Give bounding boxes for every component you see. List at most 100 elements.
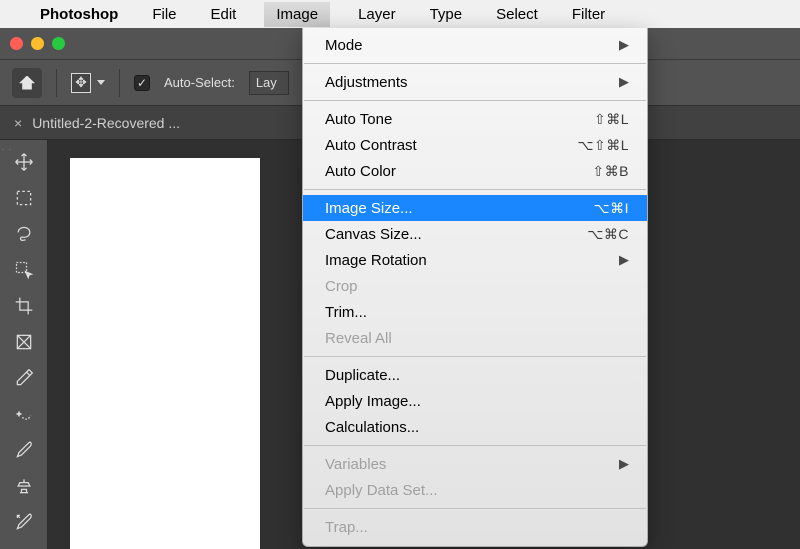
crop-tool[interactable]: [8, 290, 40, 322]
menu-item-shortcut: ⇧⌘B: [592, 163, 629, 180]
menu-item-reveal-all: Reveal All: [303, 325, 647, 351]
tool-preset-caret-icon[interactable]: [97, 80, 105, 85]
menu-item-shortcut: ⌥⌘C: [587, 226, 629, 243]
menu-item-label: Image Rotation: [325, 252, 427, 269]
home-icon: [19, 76, 35, 90]
menu-item-label: Mode: [325, 37, 363, 54]
menu-separator: [304, 100, 646, 101]
menu-item-label: Canvas Size...: [325, 226, 422, 243]
menu-item-auto-contrast[interactable]: Auto Contrast ⌥⇧⌘L: [303, 132, 647, 158]
menu-type[interactable]: Type: [424, 2, 469, 27]
menu-separator: [304, 356, 646, 357]
marquee-tool[interactable]: [8, 182, 40, 214]
healing-brush-tool[interactable]: [8, 398, 40, 430]
document-tab-title: Untitled-2-Recovered ...: [32, 115, 180, 131]
history-brush-tool-icon: [14, 512, 34, 532]
quick-select-tool-icon: [14, 260, 34, 280]
menu-item-image-rotation[interactable]: Image Rotation ▶: [303, 247, 647, 273]
brush-tool-icon: [14, 440, 34, 460]
auto-select-label: Auto-Select:: [164, 75, 235, 90]
eyedropper-tool-icon: [14, 368, 34, 388]
document-tab[interactable]: × Untitled-2-Recovered ...: [14, 115, 180, 131]
menu-item-label: Image Size...: [325, 200, 413, 217]
document-canvas[interactable]: [70, 158, 260, 549]
menu-item-apply-data-set: Apply Data Set...: [303, 477, 647, 503]
lasso-tool[interactable]: [8, 218, 40, 250]
frame-tool[interactable]: [8, 326, 40, 358]
menu-select[interactable]: Select: [490, 2, 544, 27]
menu-item-duplicate[interactable]: Duplicate...: [303, 362, 647, 388]
clone-stamp-tool[interactable]: [8, 470, 40, 502]
menu-item-crop: Crop: [303, 273, 647, 299]
auto-select-checkbox[interactable]: ✓: [134, 75, 150, 91]
panel-drag-handle-icon[interactable]: · ·: [0, 140, 14, 158]
menu-item-label: Apply Data Set...: [325, 482, 438, 499]
menu-item-canvas-size[interactable]: Canvas Size... ⌥⌘C: [303, 221, 647, 247]
menu-filter[interactable]: Filter: [566, 2, 611, 27]
move-tool-icon[interactable]: ✥: [71, 73, 91, 93]
image-menu-dropdown: Mode ▶ Adjustments ▶ Auto Tone ⇧⌘L Auto Contra…: [302, 28, 648, 547]
healing-brush-tool-icon: [14, 404, 34, 424]
menu-item-mode[interactable]: Mode ▶: [303, 32, 647, 58]
home-button[interactable]: [12, 68, 42, 98]
submenu-arrow-icon: ▶: [619, 37, 629, 53]
menu-item-label: Trap...: [325, 519, 368, 536]
menu-item-label: Apply Image...: [325, 393, 421, 410]
menu-item-label: Variables: [325, 456, 386, 473]
submenu-arrow-icon: ▶: [619, 74, 629, 90]
app-menu[interactable]: Photoshop: [34, 2, 124, 27]
menu-separator: [304, 189, 646, 190]
menu-item-label: Crop: [325, 278, 358, 295]
move-tool-icon: [14, 152, 34, 172]
divider: [56, 69, 57, 97]
submenu-arrow-icon: ▶: [619, 252, 629, 268]
menu-item-apply-image[interactable]: Apply Image...: [303, 388, 647, 414]
frame-tool-icon: [14, 332, 34, 352]
menu-separator: [304, 63, 646, 64]
menu-image[interactable]: Image: [264, 2, 330, 27]
menu-item-adjustments[interactable]: Adjustments ▶: [303, 69, 647, 95]
marquee-tool-icon: [14, 188, 34, 208]
menu-layer[interactable]: Layer: [352, 2, 402, 27]
submenu-arrow-icon: ▶: [619, 456, 629, 472]
menu-item-label: Duplicate...: [325, 367, 400, 384]
auto-select-target-dropdown[interactable]: Lay: [249, 71, 289, 95]
menu-item-label: Trim...: [325, 304, 367, 321]
menu-item-image-size[interactable]: Image Size... ⌥⌘I: [303, 195, 647, 221]
menu-item-label: Auto Contrast: [325, 137, 417, 154]
tools-panel: [0, 140, 48, 549]
menu-item-trap: Trap...: [303, 514, 647, 540]
auto-select-target-value: Lay: [256, 75, 277, 90]
mac-menubar: Photoshop File Edit Image Layer Type Sel…: [0, 0, 800, 28]
menu-item-auto-tone[interactable]: Auto Tone ⇧⌘L: [303, 106, 647, 132]
check-icon: ✓: [137, 76, 147, 90]
menu-item-shortcut: ⌥⇧⌘L: [577, 137, 629, 154]
window-minimize-icon[interactable]: [31, 37, 44, 50]
clone-stamp-tool-icon: [14, 476, 34, 496]
crop-tool-icon: [14, 296, 34, 316]
menu-item-shortcut: ⌥⌘I: [593, 200, 629, 217]
menu-item-label: Auto Tone: [325, 111, 392, 128]
menu-item-auto-color[interactable]: Auto Color ⇧⌘B: [303, 158, 647, 184]
quick-select-tool[interactable]: [8, 254, 40, 286]
menu-item-variables: Variables ▶: [303, 451, 647, 477]
menu-separator: [304, 445, 646, 446]
menu-separator: [304, 508, 646, 509]
menu-file[interactable]: File: [146, 2, 182, 27]
menu-item-label: Auto Color: [325, 163, 396, 180]
menu-item-label: Reveal All: [325, 330, 392, 347]
history-brush-tool[interactable]: [8, 506, 40, 538]
window-maximize-icon[interactable]: [52, 37, 65, 50]
lasso-tool-icon: [14, 224, 34, 244]
menu-item-trim[interactable]: Trim...: [303, 299, 647, 325]
menu-item-shortcut: ⇧⌘L: [594, 111, 629, 128]
close-tab-icon[interactable]: ×: [14, 115, 22, 131]
window-close-icon[interactable]: [10, 37, 23, 50]
menu-item-label: Calculations...: [325, 419, 419, 436]
menu-edit[interactable]: Edit: [205, 2, 243, 27]
menu-item-calculations[interactable]: Calculations...: [303, 414, 647, 440]
brush-tool[interactable]: [8, 434, 40, 466]
menu-item-label: Adjustments: [325, 74, 408, 91]
eyedropper-tool[interactable]: [8, 362, 40, 394]
divider: [119, 69, 120, 97]
